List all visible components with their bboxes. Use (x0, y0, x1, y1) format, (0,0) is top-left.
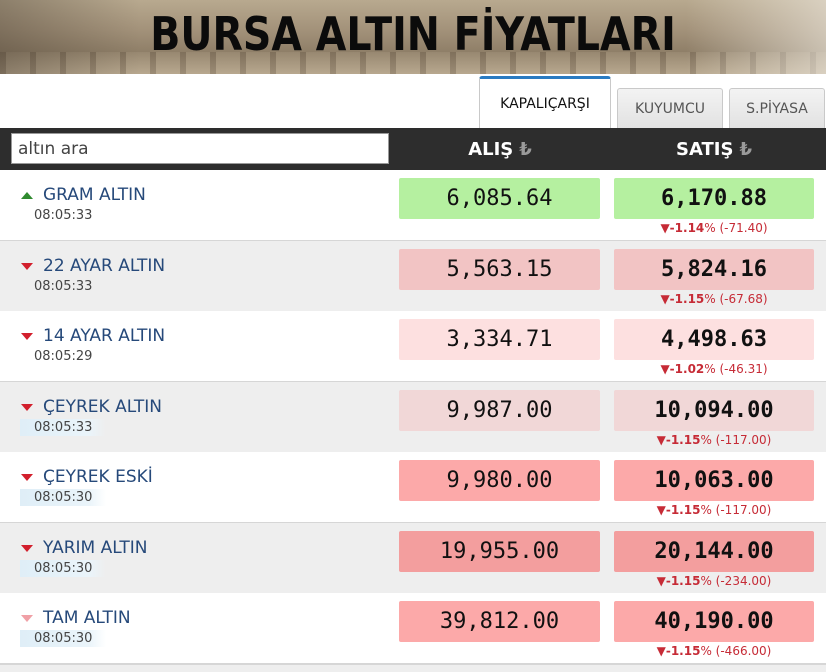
tab-kuyumcu[interactable]: KUYUMCU (617, 88, 723, 128)
change-indicator: ▼-1.15% (-117.00) (614, 503, 814, 517)
table-header: ALIŞ ₺ SATIŞ ₺ (0, 128, 826, 170)
change-indicator: ▼-1.15% (-117.00) (614, 433, 814, 447)
column-header-alis-label: ALIŞ (468, 138, 514, 160)
update-time: 08:05:30 (20, 560, 107, 577)
market-tabs: KAPALIÇARŞI KUYUMCU S.PİYASA (0, 74, 826, 128)
down-arrow-icon (21, 404, 33, 411)
table-row[interactable]: 14 AYAR ALTIN 08:05:29 3,334.71 4,498.63 ▼-1… (0, 311, 826, 382)
tab-kapalicarsi[interactable]: KAPALIÇARŞI (479, 76, 611, 128)
page-title: BURSA ALTIN FİYATLARI (150, 7, 676, 61)
banner: BURSA ALTIN FİYATLARI (0, 0, 826, 74)
alis-price: 9,987.00 (399, 390, 600, 431)
column-header-alis[interactable]: ALIŞ ₺ (400, 128, 600, 170)
change-indicator: ▼-1.14% (-71.40) (614, 221, 814, 235)
alis-price: 39,812.00 (399, 601, 600, 642)
alis-price: 6,085.64 (399, 178, 600, 219)
column-header-satis-label: SATIŞ (676, 138, 734, 160)
table-row[interactable]: ÇEYREK ESKİ 08:05:30 9,980.00 10,063.00 ▼-1.… (0, 452, 826, 523)
change-percent: ▼-1.15 (656, 644, 701, 658)
change-indicator: ▼-1.02% (-46.31) (614, 362, 814, 376)
satis-price: 10,063.00 (614, 460, 814, 501)
down-arrow-icon (21, 333, 33, 340)
table-row[interactable]: 22 AYAR ALTIN 08:05:33 5,563.15 5,824.16 ▼-1… (0, 241, 826, 312)
alis-price: 19,955.00 (399, 531, 600, 572)
alis-price: 9,980.00 (399, 460, 600, 501)
satis-price: 10,094.00 (614, 390, 814, 431)
change-percent: ▼-1.15 (656, 574, 701, 588)
update-time: 08:05:30 (20, 630, 107, 647)
change-amount: % (-117.00) (700, 433, 772, 447)
search-input[interactable] (11, 133, 389, 164)
update-time: 08:05:29 (34, 349, 93, 364)
alis-price: 3,334.71 (399, 319, 600, 360)
down-arrow-icon (21, 263, 33, 270)
table-row[interactable]: GRAM ALTIN 08:05:33 6,085.64 6,170.88 ▼-1.14… (0, 170, 826, 241)
change-indicator: ▼-1.15% (-67.68) (614, 292, 814, 306)
gold-name-link[interactable]: TAM ALTIN (43, 608, 131, 628)
change-percent: ▼-1.14 (660, 221, 705, 235)
change-indicator: ▼-1.15% (-466.00) (614, 644, 814, 658)
update-time: 08:05:30 (20, 489, 107, 506)
lira-icon: ₺ (519, 138, 532, 160)
change-percent: ▼-1.15 (656, 503, 701, 517)
gold-name-link[interactable]: 22 AYAR ALTIN (43, 256, 165, 276)
satis-price: 4,498.63 (614, 319, 814, 360)
change-amount: % (-234.00) (700, 574, 772, 588)
down-arrow-icon (21, 545, 33, 552)
gold-name-link[interactable]: GRAM ALTIN (43, 185, 146, 205)
update-time: 08:05:33 (20, 419, 107, 436)
lira-icon: ₺ (739, 138, 752, 160)
change-amount: % (-46.31) (704, 362, 768, 376)
column-header-satis[interactable]: SATIŞ ₺ (614, 128, 814, 170)
table-row-partial (0, 664, 826, 672)
gold-name-link[interactable]: YARIM ALTIN (43, 538, 147, 558)
down-arrow-light-icon (21, 615, 33, 622)
change-indicator: ▼-1.15% (-234.00) (614, 574, 814, 588)
table-row[interactable]: YARIM ALTIN 08:05:30 19,955.00 20,144.00 ▼-1… (0, 523, 826, 594)
change-percent: ▼-1.15 (656, 433, 701, 447)
change-amount: % (-71.40) (704, 221, 768, 235)
gold-name-link[interactable]: ÇEYREK ALTIN (43, 397, 162, 417)
table-row[interactable]: TAM ALTIN 08:05:30 39,812.00 40,190.00 ▼-1.1… (0, 593, 826, 664)
change-amount: % (-117.00) (700, 503, 772, 517)
satis-price: 6,170.88 (614, 178, 814, 219)
satis-price: 40,190.00 (614, 601, 814, 642)
tab-serbest-piyasa[interactable]: S.PİYASA (729, 88, 825, 128)
gold-name-link[interactable]: 14 AYAR ALTIN (43, 326, 165, 346)
table-row[interactable]: ÇEYREK ALTIN 08:05:33 9,987.00 10,094.00 ▼-1… (0, 382, 826, 453)
up-arrow-icon (21, 192, 33, 199)
update-time: 08:05:33 (34, 279, 93, 294)
down-arrow-icon (21, 474, 33, 481)
alis-price: 5,563.15 (399, 249, 600, 290)
change-percent: ▼-1.15 (660, 292, 705, 306)
gold-name-link[interactable]: ÇEYREK ESKİ (43, 467, 153, 487)
change-percent: ▼-1.02 (660, 362, 705, 376)
satis-price: 5,824.16 (614, 249, 814, 290)
change-amount: % (-67.68) (704, 292, 768, 306)
update-time: 08:05:33 (34, 208, 93, 223)
change-amount: % (-466.00) (700, 644, 772, 658)
satis-price: 20,144.00 (614, 531, 814, 572)
